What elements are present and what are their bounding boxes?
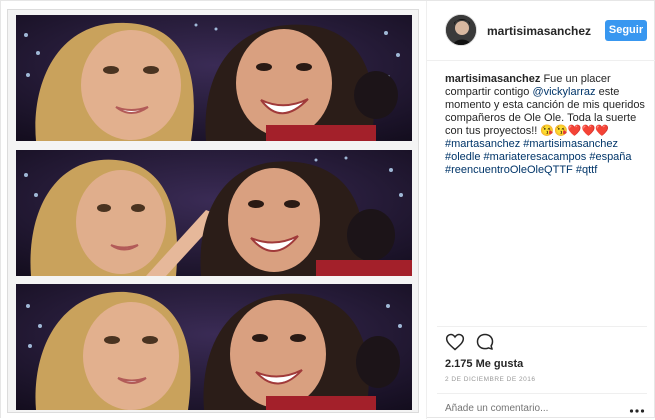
- photo-panel-2: [16, 150, 412, 276]
- follow-button[interactable]: Seguir: [605, 20, 647, 41]
- divider: [437, 326, 647, 327]
- more-dots-icon[interactable]: [629, 402, 645, 413]
- post-actions: [445, 332, 645, 354]
- post-date: 2 DE DICIEMBRE DE 2016: [445, 376, 536, 383]
- instagram-post: martisimasanchez Seguir martisimasanchez…: [0, 0, 655, 419]
- post-media[interactable]: [1, 1, 426, 419]
- photo-panel-1: [16, 15, 412, 141]
- photo-panel-3: [16, 284, 412, 410]
- photo-collage: [7, 9, 419, 413]
- post-sidebar: martisimasanchez Seguir martisimasanchez…: [426, 1, 655, 419]
- caption-username[interactable]: martisimasanchez: [445, 73, 540, 85]
- hashtag[interactable]: #oledle: [445, 151, 480, 163]
- heart-icon[interactable]: [445, 332, 465, 352]
- hashtag[interactable]: #españa: [589, 151, 631, 163]
- hashtag[interactable]: #reencuentroOleOleQTTF: [445, 164, 573, 176]
- comment-bar: [437, 393, 647, 419]
- avatar[interactable]: [445, 14, 477, 46]
- comment-bubble-icon[interactable]: [475, 332, 495, 352]
- header-username[interactable]: martisimasanchez: [487, 24, 591, 38]
- hashtag[interactable]: #martasanchez: [445, 138, 520, 150]
- hashtag[interactable]: #martisimasanchez: [523, 138, 618, 150]
- post-header: martisimasanchez Seguir: [427, 1, 655, 61]
- likes-count[interactable]: 2.175 Me gusta: [445, 358, 523, 370]
- hashtag[interactable]: #mariateresacampos: [484, 151, 587, 163]
- hashtag[interactable]: #qttf: [576, 164, 597, 176]
- post-caption: martisimasanchez Fue un placer compartir…: [445, 73, 645, 177]
- comment-input[interactable]: [445, 400, 615, 416]
- caption-mention[interactable]: @vickylarraz: [532, 86, 595, 98]
- caption-emoji: 😘😘❤️❤️❤️: [540, 125, 609, 137]
